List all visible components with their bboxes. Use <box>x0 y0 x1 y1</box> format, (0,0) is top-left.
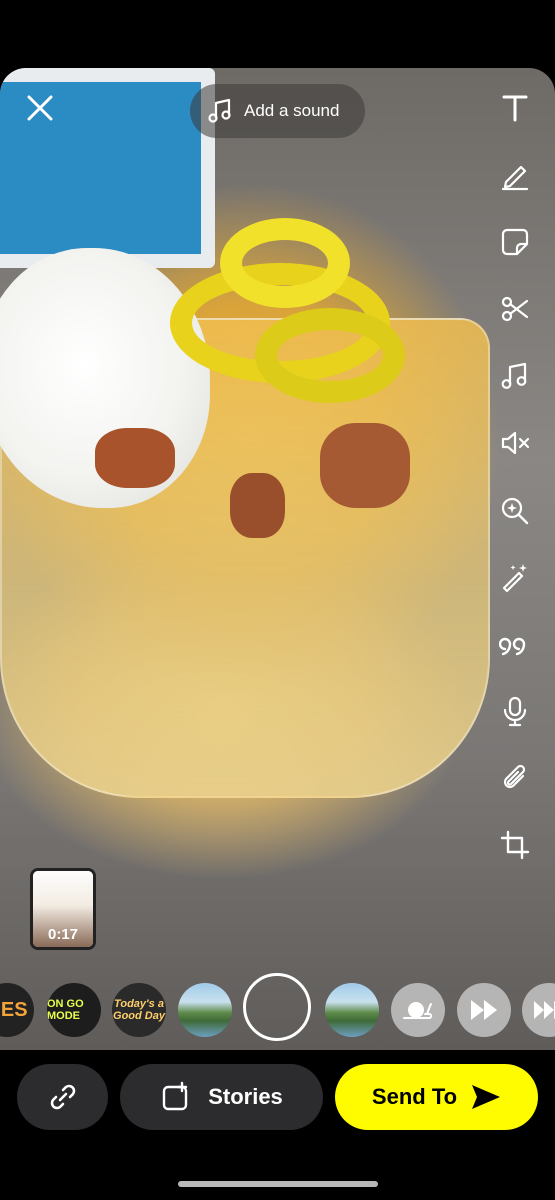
link-icon <box>50 1084 75 1110</box>
voice-tool[interactable] <box>493 689 537 733</box>
stories-label: Stories <box>208 1084 283 1109</box>
pepper-ring <box>255 308 405 403</box>
sticker-tool[interactable] <box>493 220 537 264</box>
magic-tool[interactable] <box>493 555 537 599</box>
lens-item-landscape[interactable] <box>325 983 379 1037</box>
lens-item-landscape[interactable] <box>178 983 232 1037</box>
clip-duration: 0:17 <box>47 926 79 943</box>
lens-item[interactable]: Today's a Good Day <box>112 983 166 1037</box>
bacon-piece <box>320 423 410 508</box>
snail-speed-button[interactable] <box>391 983 445 1037</box>
bottom-action-bar: Stories Send To <box>0 1050 555 1200</box>
music-note-icon <box>208 98 231 123</box>
text-icon <box>502 95 528 122</box>
microphone-icon <box>503 696 527 727</box>
fast-forward-icon <box>471 1000 497 1020</box>
send-to-button[interactable]: Send To <box>335 1064 538 1130</box>
capture-ring[interactable] <box>243 973 311 1041</box>
stories-button[interactable]: Stories <box>120 1064 323 1130</box>
magic-wand-icon <box>502 564 527 593</box>
pepper-ring <box>220 218 350 308</box>
search-sparkle-icon <box>501 497 529 525</box>
add-story-icon <box>163 1081 188 1111</box>
add-sound-label: Add a sound <box>244 101 340 120</box>
speaker-mute-icon <box>501 431 530 455</box>
faster-forward-button[interactable] <box>522 983 555 1037</box>
close-button[interactable] <box>22 90 58 126</box>
crop-icon <box>500 830 530 860</box>
fast-forward-icon <box>534 1001 555 1019</box>
attach-tool[interactable] <box>493 756 537 800</box>
clip-thumbnail[interactable]: 0:17 <box>30 868 96 950</box>
bacon-piece <box>95 428 175 488</box>
home-indicator <box>178 1181 378 1187</box>
mute-tool[interactable] <box>493 421 537 465</box>
send-arrow-icon <box>472 1085 501 1109</box>
send-to-label: Send To <box>371 1084 458 1109</box>
fast-forward-button[interactable] <box>457 983 511 1037</box>
lens-carousel: BES ON GO MODE Today's a Good Day <box>0 970 555 1050</box>
paperclip-icon <box>503 764 526 789</box>
pencil-icon <box>501 165 529 191</box>
add-sound-button[interactable]: Add a sound <box>190 84 365 138</box>
text-tool[interactable] <box>493 86 537 130</box>
lens-item[interactable]: BES <box>0 983 34 1037</box>
crop-tool[interactable] <box>493 823 537 867</box>
attach-link-button[interactable] <box>17 1064 108 1130</box>
scissors-tool[interactable] <box>493 287 537 331</box>
music-tool[interactable] <box>493 354 537 398</box>
snail-icon <box>403 1002 433 1019</box>
bacon-piece <box>230 473 285 538</box>
draw-tool[interactable] <box>493 153 537 197</box>
quote-tool[interactable] <box>493 622 537 666</box>
quote-icon <box>499 637 526 656</box>
music-note-icon <box>501 362 527 389</box>
sticker-icon <box>501 228 529 256</box>
close-icon <box>27 95 53 121</box>
scissors-icon <box>501 296 529 322</box>
editing-toolbar <box>493 86 537 890</box>
lens-search-tool[interactable] <box>493 488 537 532</box>
lens-item[interactable]: ON GO MODE <box>47 983 101 1037</box>
